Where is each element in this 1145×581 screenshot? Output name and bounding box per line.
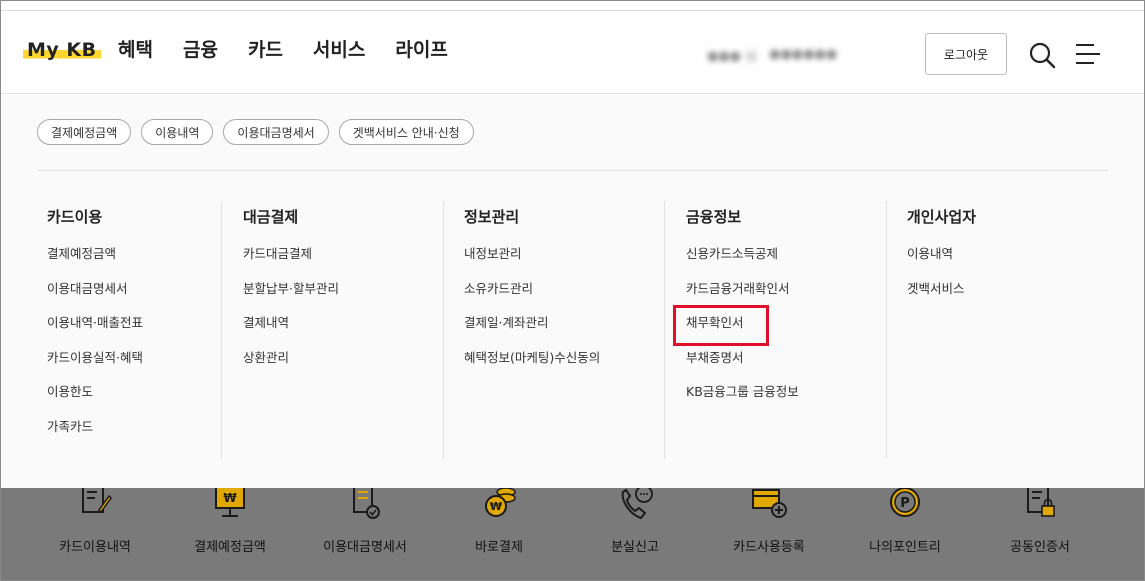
nav-item-card[interactable]: 카드 bbox=[248, 38, 283, 62]
svg-text:₩: ₩ bbox=[490, 500, 502, 513]
menu-item[interactable]: 내정보관리 bbox=[464, 245, 664, 280]
menu-item[interactable]: KB금융그룹 금융정보 bbox=[686, 383, 886, 418]
nav-item-finance[interactable]: 금융 bbox=[183, 38, 218, 62]
menu-item[interactable]: 이용내역·매출전표 bbox=[47, 314, 221, 349]
statement-check-icon bbox=[353, 488, 380, 519]
quick-item-card-register[interactable]: 카드사용등록 bbox=[699, 488, 839, 580]
menu-column-financial-info: 금융정보 신용카드소득공제 카드금융거래확인서 채무확인서 부채증명서 KB금융… bbox=[664, 201, 886, 459]
nav-item-life[interactable]: 라이프 bbox=[395, 38, 447, 62]
quick-item-label: 이용대금명세서 bbox=[323, 540, 407, 555]
logout-button[interactable]: 로그아웃 bbox=[925, 33, 1007, 75]
menu-item[interactable]: 카드이용실적·혜택 bbox=[47, 349, 221, 384]
column-title: 정보관리 bbox=[464, 208, 520, 226]
menu-item[interactable]: 상환관리 bbox=[243, 349, 443, 384]
point-p-icon: P bbox=[890, 488, 920, 517]
nav-item-benefits[interactable]: 혜택 bbox=[118, 38, 153, 62]
quick-item-label: 결제예정금액 bbox=[194, 540, 266, 555]
menu-item[interactable]: 부채증명서 bbox=[686, 349, 886, 384]
search-icon[interactable] bbox=[1028, 41, 1056, 69]
menu-item[interactable]: 이용내역 bbox=[907, 245, 1106, 280]
quick-item-card-usage[interactable]: 카드이용내역 bbox=[25, 488, 165, 580]
menu-item[interactable]: 분할납부·할부관리 bbox=[243, 280, 443, 315]
column-title: 카드이용 bbox=[47, 208, 103, 226]
global-nav: 혜택 금융 카드 서비스 라이프 bbox=[118, 38, 478, 62]
quick-item-payment-due[interactable]: ₩ 결제예정금액 bbox=[160, 488, 300, 580]
quick-item-certificate[interactable]: 공동인증서 bbox=[970, 488, 1110, 580]
dimmed-background: 카드이용내역 ₩ 결제예정금액 이용대금명세서 ₩ 바로결제 분실신고 카드사용… bbox=[1, 488, 1144, 580]
menu-item[interactable]: 결제내역 bbox=[243, 314, 443, 349]
menu-columns: 카드이용 결제예정금액 이용대금명세서 이용내역·매출전표 카드이용실적·혜택 … bbox=[1, 201, 1144, 459]
header: My KB 혜택 금융 카드 서비스 라이프 ●●● 님 ●●●●●● 로그아웃 bbox=[1, 12, 1144, 94]
divider bbox=[37, 170, 1108, 171]
document-pen-icon bbox=[82, 488, 112, 514]
menu-item[interactable]: 신용카드소득공제 bbox=[686, 245, 886, 280]
app-window: My KB 혜택 금융 카드 서비스 라이프 ●●● 님 ●●●●●● 로그아웃… bbox=[0, 0, 1145, 581]
user-name: ●●● 님 bbox=[707, 48, 758, 64]
menu-item[interactable]: 이용대금명세서 bbox=[47, 280, 221, 315]
menu-item[interactable]: 혜택정보(마케팅)수신동의 bbox=[464, 349, 664, 384]
user-meta: ●●●●●● bbox=[769, 46, 838, 62]
hamburger-menu-icon[interactable] bbox=[1074, 41, 1102, 67]
user-info-blurred: ●●● 님 ●●●●●● bbox=[707, 44, 897, 64]
menu-item[interactable]: 결제일·계좌관리 bbox=[464, 314, 664, 349]
quick-item-label: 분실신고 bbox=[611, 540, 659, 555]
quick-item-label: 공동인증서 bbox=[1010, 540, 1070, 555]
chip-getback-service[interactable]: 겟백서비스 안내·신청 bbox=[338, 119, 474, 145]
chip-usage-history[interactable]: 이용내역 bbox=[141, 119, 214, 145]
top-strip bbox=[1, 1, 1144, 11]
quick-item-label: 바로결제 bbox=[475, 540, 523, 555]
quick-item-label: 카드사용등록 bbox=[733, 540, 805, 555]
monitor-won-icon: ₩ bbox=[215, 488, 245, 517]
nav-item-service[interactable]: 서비스 bbox=[313, 38, 365, 62]
menu-item[interactable]: 소유카드관리 bbox=[464, 280, 664, 315]
menu-column-payment: 대금결제 카드대금결제 분할납부·할부관리 결제내역 상환관리 bbox=[221, 201, 443, 459]
quick-chips: 결제예정금액 이용내역 이용대금명세서 겟백서비스 안내·신청 bbox=[37, 119, 474, 145]
menu-column-card-usage: 카드이용 결제예정금액 이용대금명세서 이용내역·매출전표 카드이용실적·혜택 … bbox=[47, 201, 221, 459]
chip-payment-due[interactable]: 결제예정금액 bbox=[37, 119, 132, 145]
quick-item-loss-report[interactable]: 분실신고 bbox=[565, 488, 705, 580]
svg-text:₩: ₩ bbox=[223, 491, 237, 505]
mega-menu-panel: 결제예정금액 이용내역 이용대금명세서 겟백서비스 안내·신청 카드이용 결제예… bbox=[1, 95, 1144, 488]
card-add-icon bbox=[752, 489, 787, 518]
quick-item-label: 나의포인트리 bbox=[869, 540, 941, 555]
menu-item[interactable]: 카드대금결제 bbox=[243, 245, 443, 280]
quick-menu: 카드이용내역 ₩ 결제예정금액 이용대금명세서 ₩ 바로결제 분실신고 카드사용… bbox=[1, 488, 1144, 580]
my-kb-logo[interactable]: My KB bbox=[23, 38, 101, 62]
menu-column-business: 개인사업자 이용내역 겟백서비스 bbox=[886, 201, 1106, 459]
highlighted-menu-label: 채무확인서 bbox=[673, 305, 769, 346]
quick-item-my-pointree[interactable]: P 나의포인트리 bbox=[835, 488, 975, 580]
column-title: 대금결제 bbox=[243, 208, 299, 226]
menu-column-info-management: 정보관리 내정보관리 소유카드관리 결제일·계좌관리 혜택정보(마케팅)수신동의 bbox=[443, 201, 664, 459]
quick-item-statement[interactable]: 이용대금명세서 bbox=[295, 488, 435, 580]
coin-won-icon: ₩ bbox=[485, 488, 516, 517]
quick-item-label: 카드이용내역 bbox=[59, 540, 131, 555]
menu-item[interactable]: 이용한도 bbox=[47, 383, 221, 418]
column-title: 개인사업자 bbox=[907, 208, 977, 226]
chip-statement[interactable]: 이용대금명세서 bbox=[223, 119, 329, 145]
menu-item[interactable]: 결제예정금액 bbox=[47, 245, 221, 280]
svg-text:P: P bbox=[900, 496, 910, 511]
menu-item[interactable]: 겟백서비스 bbox=[907, 280, 1106, 315]
menu-item[interactable]: 가족카드 bbox=[47, 418, 221, 453]
quick-item-direct-payment[interactable]: ₩ 바로결제 bbox=[429, 488, 569, 580]
menu-item-debt-confirmation[interactable]: 채무확인서 bbox=[673, 305, 886, 349]
column-title: 금융정보 bbox=[686, 208, 742, 226]
certificate-lock-icon bbox=[1027, 488, 1055, 517]
phone-call-icon bbox=[621, 488, 653, 520]
